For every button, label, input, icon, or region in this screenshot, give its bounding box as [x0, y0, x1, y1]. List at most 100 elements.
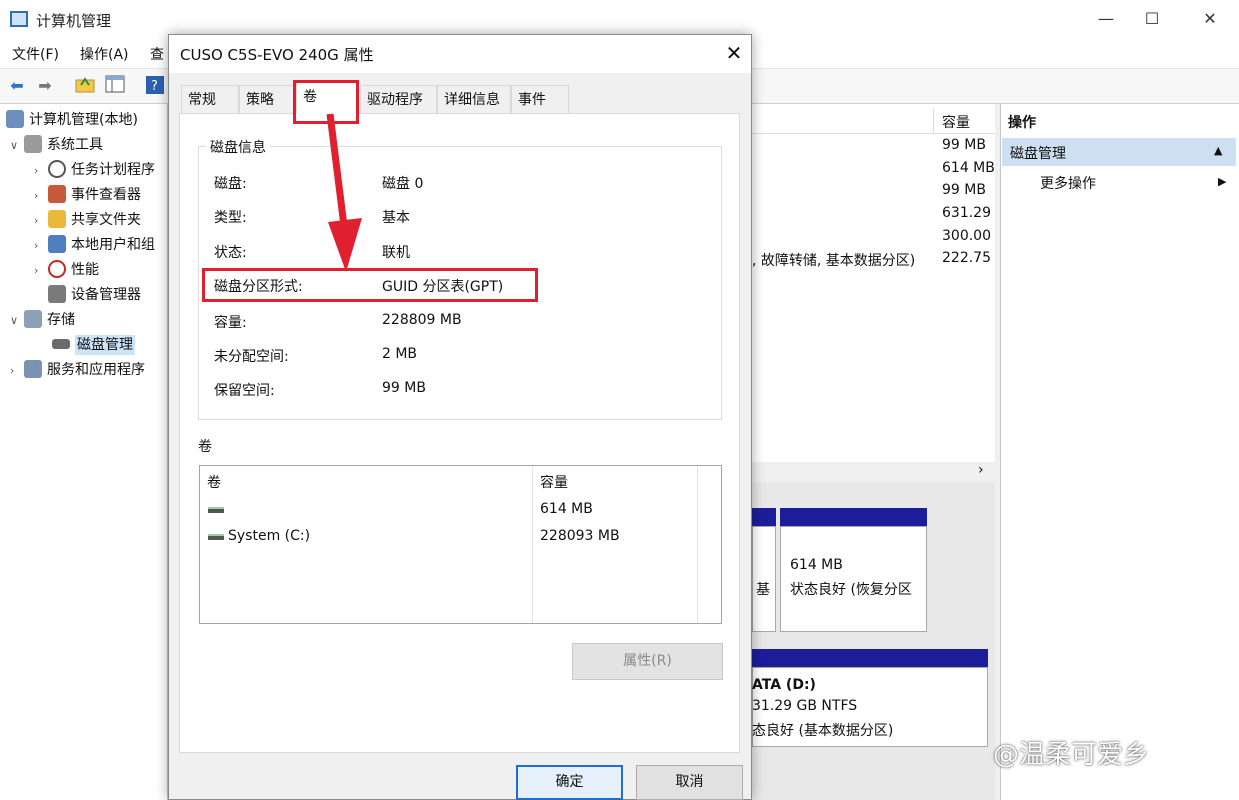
window-titlebar: 计算机管理 — ☐ ✕ [0, 0, 1239, 38]
actions-section-label: 磁盘管理 [1010, 146, 1066, 162]
annotation-arrow-icon [326, 113, 362, 272]
column-divider [933, 108, 934, 134]
actions-title: 操作 [1008, 115, 1036, 131]
clock-icon [48, 160, 66, 178]
expand-chevron-icon[interactable]: › [34, 159, 48, 183]
tree-item-performance[interactable]: › 性能 [34, 258, 99, 282]
volume-name: System (C:) [228, 528, 311, 544]
tab-events[interactable]: 事件 [511, 85, 569, 113]
expand-chevron-icon[interactable]: › [34, 209, 48, 233]
users-icon [48, 235, 66, 253]
tree-item-services-applications[interactable]: › 服务和应用程序 [10, 358, 145, 382]
tree-item-local-users-groups[interactable]: › 本地用户和组 [34, 233, 155, 257]
horizontal-scrollbar[interactable]: › [752, 462, 995, 482]
volume-capacity: 228093 MB [540, 528, 620, 544]
status-label: 状态: [214, 245, 247, 261]
tools-icon [24, 135, 42, 153]
tab-general[interactable]: 常规 [181, 85, 239, 113]
capacity-value: 228809 MB [382, 312, 462, 328]
close-window-button[interactable]: ✕ [1190, 6, 1230, 32]
expand-chevron-icon[interactable]: › [34, 184, 48, 208]
menu-view[interactable]: 查 [150, 44, 164, 64]
volumes-section-label: 卷 [198, 439, 212, 455]
tab-details[interactable]: 详细信息 [437, 85, 511, 113]
storage-icon [24, 310, 42, 328]
volume-capacity: 614 MB [540, 501, 593, 517]
drive-icon [208, 534, 224, 540]
data-volume-name: ATA (D:) [752, 677, 816, 693]
svg-text:?: ? [151, 79, 158, 94]
actions-pane [1000, 104, 1239, 800]
computer-management-icon [10, 11, 28, 27]
capacity-value: 631.29 [942, 205, 991, 221]
collapse-chevron-icon[interactable]: ∨ [10, 134, 24, 158]
dialog-close-button[interactable]: ✕ [722, 40, 746, 66]
cancel-button[interactable]: 取消 [636, 765, 743, 800]
column-divider [532, 466, 533, 623]
collapse-chevron-icon[interactable]: ∨ [10, 309, 24, 333]
column-divider [697, 466, 698, 623]
show-hide-tree-icon[interactable] [104, 75, 126, 97]
partition-size: 614 MB [790, 557, 843, 573]
partition-bar [780, 508, 927, 526]
tree-item-computer-management[interactable]: 计算机管理(本地) [6, 108, 138, 132]
volume-row-type: , 故障转储, 基本数据分区) [752, 253, 916, 269]
tree-item-storage[interactable]: ∨ 存储 [10, 308, 75, 332]
tree-item-device-manager[interactable]: 设备管理器 [48, 283, 141, 307]
properties-button[interactable]: 属性(R) [572, 643, 723, 680]
tab-driver[interactable]: 驱动程序 [360, 85, 437, 113]
computer-icon [6, 110, 24, 128]
help-icon[interactable]: ? [144, 75, 166, 97]
watermark: @温柔可爱乡 [993, 740, 1150, 770]
scroll-right-icon[interactable]: › [978, 462, 984, 478]
volume-row[interactable] [207, 499, 527, 521]
capacity-value: 300.00 [942, 228, 991, 244]
maximize-button[interactable]: ☐ [1132, 6, 1172, 32]
disk-value: 磁盘 0 [382, 176, 424, 192]
ok-button[interactable]: 确定 [516, 765, 623, 800]
window-title: 计算机管理 [36, 12, 112, 30]
disk-drive-icon [52, 339, 70, 349]
reserved-label: 保留空间: [214, 383, 275, 399]
partition-status: 状态良好 (恢复分区 [790, 582, 912, 598]
tree-item-disk-management[interactable]: 磁盘管理 [52, 333, 135, 357]
services-icon [24, 360, 42, 378]
tree-item-task-scheduler[interactable]: › 任务计划程序 [34, 158, 155, 182]
capacity-label: 容量: [214, 315, 247, 331]
more-actions-item[interactable]: 更多操作 [1040, 173, 1096, 193]
volume-row[interactable]: System (C:) [207, 526, 527, 548]
partition-bar [752, 508, 776, 526]
navigation-tree: 计算机管理(本地) ∨ 系统工具 › 任务计划程序 › 事件查看器 › 共享文件夹 › 本… [0, 104, 168, 800]
status-value: 联机 [382, 245, 410, 261]
reserved-value: 99 MB [382, 380, 426, 396]
tree-item-system-tools[interactable]: ∨ 系统工具 [10, 133, 103, 157]
capacity-column-header[interactable]: 容量 [540, 472, 568, 492]
collapse-up-icon[interactable]: ▲ [1214, 144, 1222, 157]
volume-column-header[interactable]: 卷 [207, 472, 221, 492]
submenu-arrow-icon: ▶ [1218, 175, 1227, 188]
tree-item-shared-folders[interactable]: › 共享文件夹 [34, 208, 141, 232]
expand-chevron-icon[interactable]: › [34, 259, 48, 283]
drive-icon [208, 507, 224, 513]
shared-folder-icon [48, 210, 66, 228]
menu-file[interactable]: 文件(F) [12, 44, 59, 64]
capacity-value: 614 MB [942, 160, 995, 176]
forward-arrow-icon[interactable]: ➡ [34, 75, 56, 97]
disk-info-group-label: 磁盘信息 [206, 137, 270, 157]
expand-chevron-icon[interactable]: › [34, 234, 48, 258]
capacity-value: 99 MB [942, 137, 986, 153]
partition-label-fragment: 基 [756, 582, 770, 598]
volume-bar [752, 649, 988, 667]
unallocated-label: 未分配空间: [214, 349, 289, 365]
expand-chevron-icon[interactable]: › [10, 359, 24, 383]
menu-action[interactable]: 操作(A) [80, 44, 129, 64]
capacity-value: 99 MB [942, 182, 986, 198]
performance-icon [48, 260, 66, 278]
back-arrow-icon[interactable]: ⬅ [6, 75, 28, 97]
device-manager-icon [48, 285, 66, 303]
tab-policies[interactable]: 策略 [239, 85, 295, 113]
up-folder-icon[interactable] [74, 75, 96, 97]
minimize-button[interactable]: — [1086, 6, 1126, 32]
capacity-column-header[interactable]: 容量 [942, 112, 970, 132]
tree-item-event-viewer[interactable]: › 事件查看器 [34, 183, 141, 207]
